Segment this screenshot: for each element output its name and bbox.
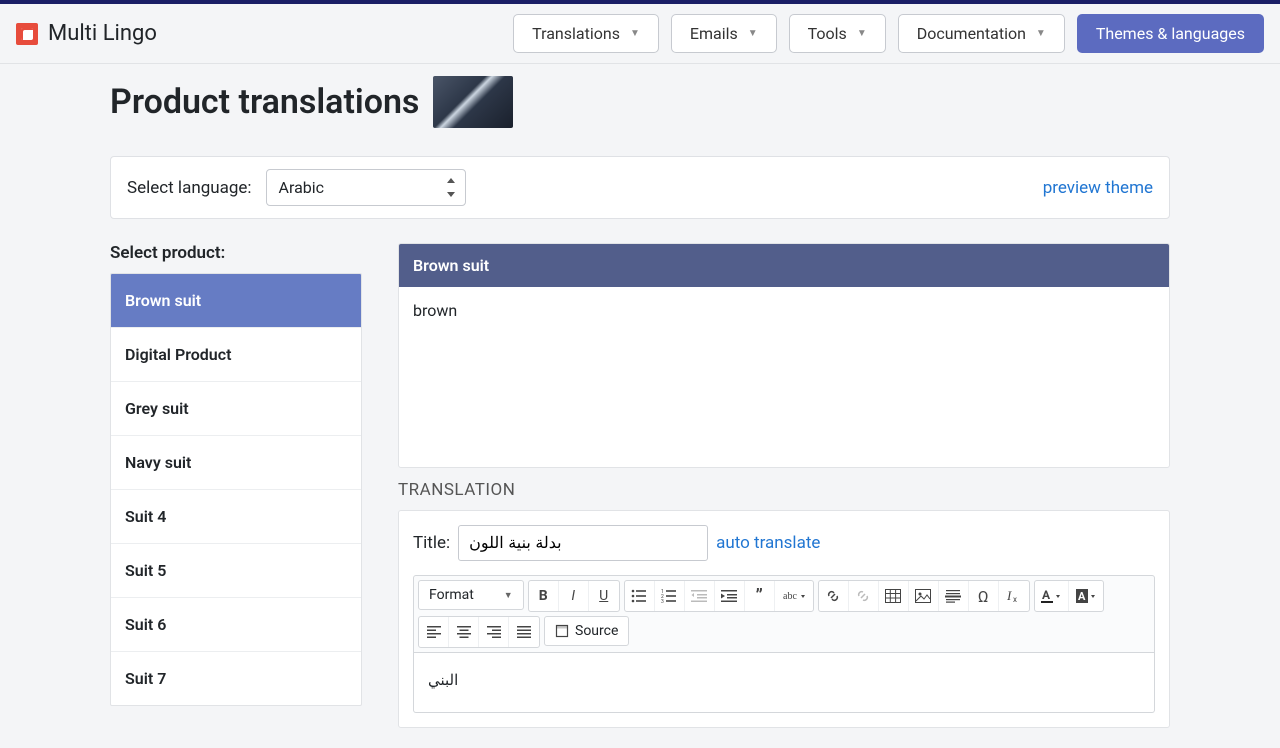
select-product-label: Select product: xyxy=(110,243,362,263)
sidebar: Select product: Brown suit Digital Produ… xyxy=(110,243,362,706)
nav-emails-label: Emails xyxy=(690,24,738,43)
text-color-button[interactable]: A xyxy=(1035,581,1069,611)
svg-text:abc: abc xyxy=(783,591,797,602)
svg-text:A: A xyxy=(1042,588,1051,602)
align-group xyxy=(418,616,540,648)
brand-name: Multi Lingo xyxy=(48,21,157,46)
nav-themes-languages[interactable]: Themes & languages xyxy=(1077,14,1264,53)
editor-toolbar: Format ▼ B I U 123 xyxy=(413,575,1155,653)
indent-button[interactable] xyxy=(715,581,745,611)
content: Brown suit brown TRANSLATION Title: auto… xyxy=(398,243,1170,728)
source-panel: Brown suit brown xyxy=(398,243,1170,468)
select-language-label: Select language: xyxy=(127,178,252,198)
product-item-suit-5[interactable]: Suit 5 xyxy=(111,544,361,598)
svg-text:3: 3 xyxy=(661,599,664,603)
product-item-suit-7[interactable]: Suit 7 xyxy=(111,652,361,705)
product-item-suit-4[interactable]: Suit 4 xyxy=(111,490,361,544)
product-item-brown-suit[interactable]: Brown suit xyxy=(111,274,361,328)
special-char-button[interactable]: Ω xyxy=(969,581,999,611)
numbered-list-button[interactable]: 123 xyxy=(655,581,685,611)
image-button[interactable] xyxy=(909,581,939,611)
product-item-navy-suit[interactable]: Navy suit xyxy=(111,436,361,490)
language-select[interactable]: Arabic xyxy=(266,169,466,206)
nav-right: Translations ▼ Emails ▼ Tools ▼ Document… xyxy=(513,14,1264,53)
align-justify-button[interactable] xyxy=(509,617,539,647)
caret-down-icon: ▼ xyxy=(504,590,513,601)
svg-text:I: I xyxy=(1006,588,1012,603)
link-group: Ω Ix xyxy=(818,580,1030,612)
nav-themes-label: Themes & languages xyxy=(1096,24,1245,43)
navbar: Multi Lingo Translations ▼ Emails ▼ Tool… xyxy=(0,4,1280,64)
preview-theme-link[interactable]: preview theme xyxy=(1043,178,1153,198)
editor-content[interactable]: البني xyxy=(413,653,1155,713)
source-title: Brown suit xyxy=(399,244,1169,287)
caret-down-icon: ▼ xyxy=(748,28,758,39)
source-button[interactable]: Source xyxy=(544,616,629,646)
italic-button[interactable]: I xyxy=(559,581,589,611)
align-center-button[interactable] xyxy=(449,617,479,647)
page-head: Product translations xyxy=(110,76,1170,128)
product-item-digital-product[interactable]: Digital Product xyxy=(111,328,361,382)
align-right-button[interactable] xyxy=(479,617,509,647)
list-group: 123 ” abc xyxy=(624,580,814,612)
title-label: Title: xyxy=(413,533,450,553)
translation-panel: Title: auto translate Format ▼ B I U xyxy=(398,510,1170,728)
blockquote-button[interactable]: ” xyxy=(745,581,775,611)
title-input[interactable] xyxy=(458,525,708,561)
nav-documentation-label: Documentation xyxy=(917,24,1026,43)
product-list: Brown suit Digital Product Grey suit Nav… xyxy=(110,273,362,706)
styles-dropdown-button[interactable]: abc xyxy=(775,581,813,611)
main-columns: Select product: Brown suit Digital Produ… xyxy=(110,243,1170,728)
source-button-label: Source xyxy=(575,623,618,639)
translation-section-label: TRANSLATION xyxy=(398,480,1170,500)
caret-down-icon: ▼ xyxy=(1036,28,1046,39)
format-select[interactable]: Format ▼ xyxy=(418,580,524,610)
language-bar-left: Select language: Arabic xyxy=(127,169,466,206)
background-color-button[interactable]: A xyxy=(1069,581,1103,611)
nav-translations-label: Translations xyxy=(532,24,620,43)
svg-text:x: x xyxy=(1013,595,1017,604)
source-icon xyxy=(555,624,569,638)
align-left-button[interactable] xyxy=(419,617,449,647)
nav-translations[interactable]: Translations ▼ xyxy=(513,14,659,53)
table-button[interactable] xyxy=(879,581,909,611)
underline-button[interactable]: U xyxy=(589,581,619,611)
nav-tools[interactable]: Tools ▼ xyxy=(789,14,886,53)
color-group: A A xyxy=(1034,580,1104,612)
product-item-grey-suit[interactable]: Grey suit xyxy=(111,382,361,436)
page-title: Product translations xyxy=(110,82,419,122)
format-select-label: Format xyxy=(429,587,474,603)
bullet-list-button[interactable] xyxy=(625,581,655,611)
horizontal-rule-button[interactable] xyxy=(939,581,969,611)
title-row: Title: auto translate xyxy=(413,525,1155,561)
brand: Multi Lingo xyxy=(16,21,157,46)
bold-button[interactable]: B xyxy=(529,581,559,611)
text-style-group: B I U xyxy=(528,580,620,612)
nav-emails[interactable]: Emails ▼ xyxy=(671,14,777,53)
app-logo-icon xyxy=(16,23,38,45)
language-select-value: Arabic xyxy=(279,178,325,197)
page-wrap: Product translations Select language: Ar… xyxy=(110,64,1170,748)
caret-down-icon: ▼ xyxy=(630,28,640,39)
source-body: brown xyxy=(399,287,1169,467)
svg-text:A: A xyxy=(1078,590,1086,603)
language-bar: Select language: Arabic preview theme xyxy=(110,156,1170,219)
product-item-suit-6[interactable]: Suit 6 xyxy=(111,598,361,652)
auto-translate-link[interactable]: auto translate xyxy=(716,533,820,553)
remove-format-button[interactable]: Ix xyxy=(999,581,1029,611)
nav-tools-label: Tools xyxy=(808,24,847,43)
product-thumbnail xyxy=(433,76,513,128)
link-button[interactable] xyxy=(819,581,849,611)
outdent-button[interactable] xyxy=(685,581,715,611)
nav-documentation[interactable]: Documentation ▼ xyxy=(898,14,1065,53)
caret-down-icon: ▼ xyxy=(857,28,867,39)
unlink-button[interactable] xyxy=(849,581,879,611)
